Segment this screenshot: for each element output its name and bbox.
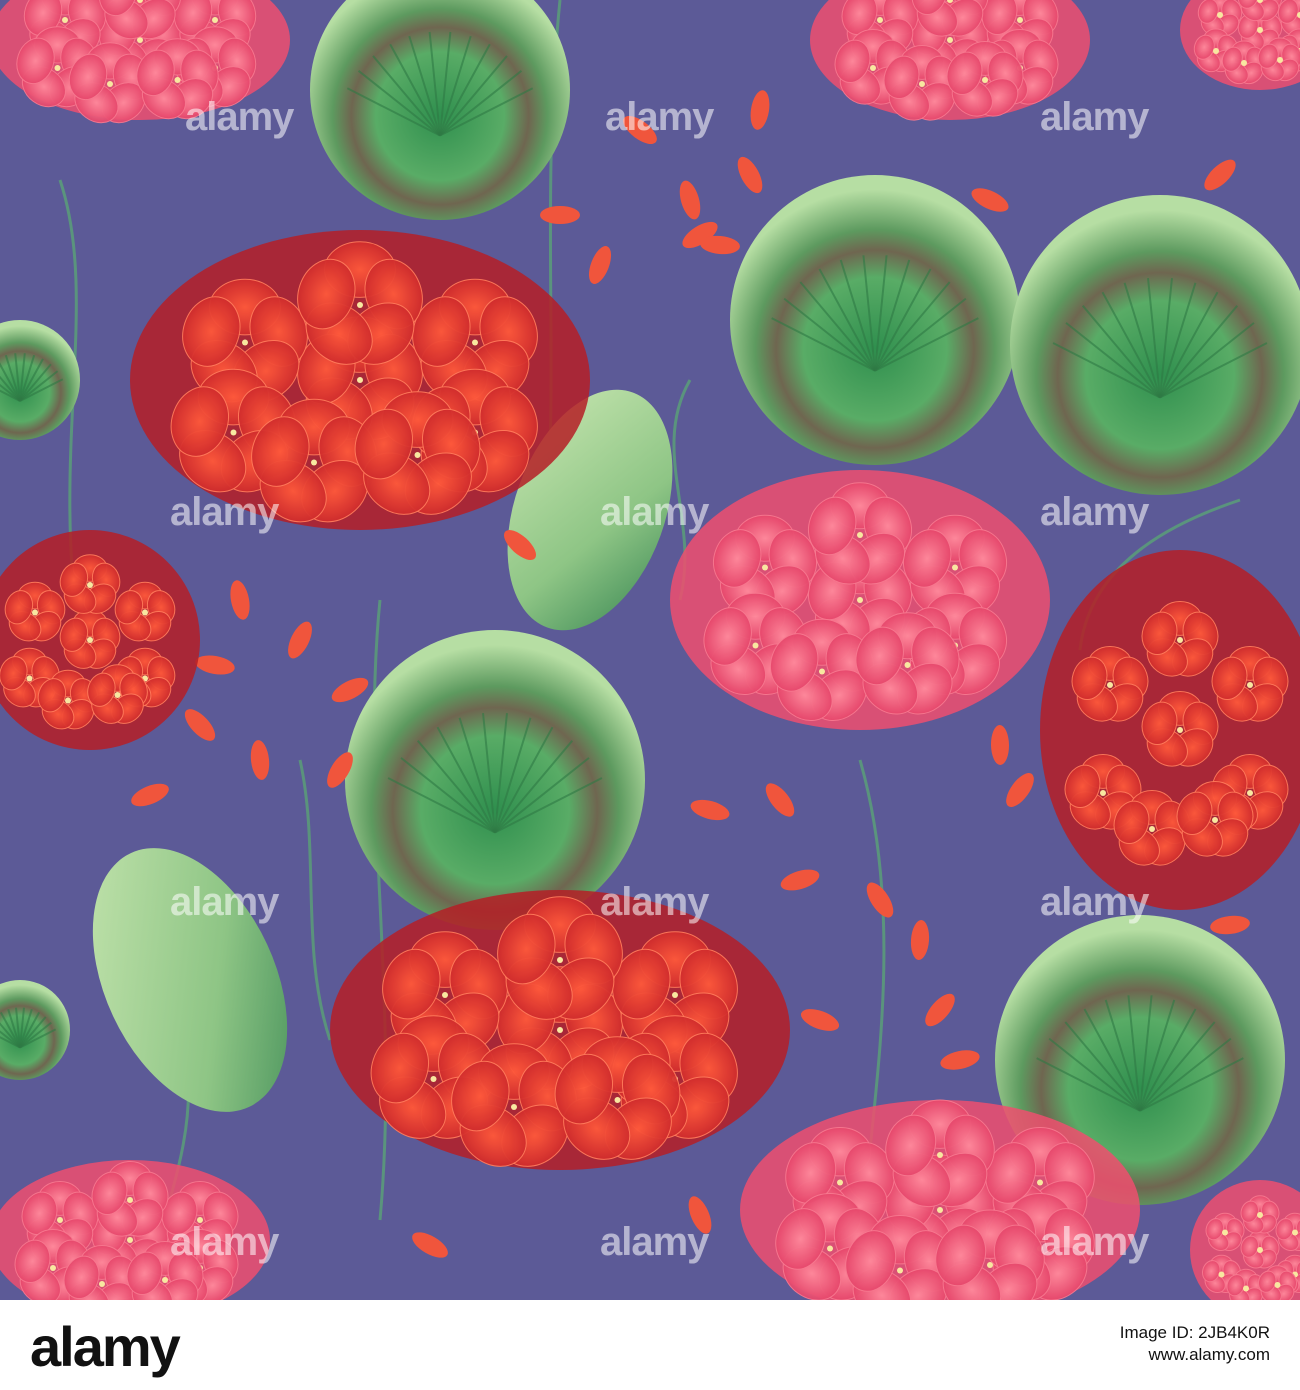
geranium-leaf bbox=[1010, 195, 1300, 495]
flower-center bbox=[952, 564, 958, 571]
flower-center bbox=[87, 582, 93, 588]
flower-center bbox=[32, 609, 38, 616]
flower-center bbox=[57, 1217, 63, 1223]
flower-center bbox=[142, 609, 148, 616]
flower-center bbox=[1277, 57, 1283, 63]
flower-center bbox=[937, 1207, 943, 1213]
flower-center bbox=[472, 339, 478, 346]
flower-center bbox=[127, 1237, 133, 1243]
flower-center bbox=[114, 692, 121, 698]
flower-center bbox=[557, 1027, 563, 1033]
flower-center bbox=[857, 532, 863, 538]
flower-center bbox=[1017, 17, 1023, 23]
flower-center bbox=[987, 1262, 993, 1268]
flower-center bbox=[762, 564, 768, 571]
flower-center bbox=[242, 339, 248, 346]
flower-center bbox=[50, 1265, 56, 1271]
flower-center bbox=[174, 77, 181, 83]
flower-center bbox=[1217, 12, 1223, 18]
flower-center bbox=[819, 668, 825, 675]
flower-center bbox=[982, 77, 988, 83]
flower-center bbox=[1177, 727, 1183, 733]
flower-center bbox=[1222, 1229, 1228, 1236]
flower-center bbox=[65, 697, 71, 704]
flower-center bbox=[837, 1179, 843, 1186]
flower-center bbox=[1149, 826, 1155, 832]
flower-center bbox=[937, 1152, 943, 1158]
flower-center bbox=[870, 65, 876, 71]
geranium-leaf bbox=[345, 630, 645, 930]
flower-center bbox=[897, 1267, 903, 1274]
flower-center bbox=[947, 37, 953, 43]
flower-center bbox=[1274, 1282, 1281, 1288]
flower-center bbox=[1292, 1229, 1298, 1236]
flower-center bbox=[1247, 682, 1253, 688]
flower-center bbox=[54, 65, 61, 71]
geranium-leaf bbox=[730, 175, 1020, 465]
flower-center bbox=[1241, 60, 1247, 66]
flower-center bbox=[26, 675, 33, 682]
flower-center bbox=[99, 1281, 105, 1287]
flower-center bbox=[557, 957, 563, 963]
flower-center bbox=[107, 81, 113, 87]
flower-center bbox=[430, 1076, 437, 1082]
flower-center bbox=[752, 642, 759, 649]
flower-center bbox=[87, 637, 93, 643]
flower-center bbox=[162, 1277, 168, 1283]
flower-center bbox=[1037, 1179, 1043, 1186]
flower-center bbox=[127, 1197, 133, 1203]
flower-center bbox=[827, 1245, 833, 1252]
flower-center bbox=[857, 597, 863, 603]
flower-center bbox=[904, 662, 911, 668]
flower-center bbox=[614, 1097, 621, 1103]
site-url[interactable]: www.alamy.com bbox=[1120, 1344, 1270, 1366]
flower-center bbox=[311, 459, 317, 466]
flower-center bbox=[197, 1217, 203, 1223]
pink-flower-cluster bbox=[670, 470, 1050, 730]
flower-center bbox=[1213, 48, 1219, 54]
flower-center bbox=[1212, 817, 1218, 823]
flower-center bbox=[1257, 27, 1263, 33]
flower-center bbox=[1218, 1271, 1225, 1278]
flower-center bbox=[511, 1104, 517, 1110]
flower-center bbox=[1107, 682, 1113, 688]
image-id: Image ID: 2JB4K0R bbox=[1119, 1323, 1270, 1342]
flower-center bbox=[919, 81, 925, 87]
flower-center bbox=[672, 992, 678, 998]
footer-bar: alamy Image ID: 2JB4K0R www.alamy.com bbox=[0, 1300, 1300, 1390]
flower-center bbox=[1247, 790, 1253, 796]
flower-center bbox=[357, 302, 363, 308]
flower-center bbox=[1257, 1212, 1263, 1218]
flower-center bbox=[414, 452, 421, 458]
flower-center bbox=[442, 992, 448, 998]
flower-center bbox=[1243, 1285, 1249, 1292]
flower-center bbox=[1177, 637, 1183, 643]
flower-center bbox=[230, 429, 237, 436]
geranium-pattern-artwork bbox=[0, 0, 1300, 1300]
flower-center bbox=[357, 377, 363, 383]
flower-center bbox=[1100, 790, 1106, 796]
flower-center bbox=[62, 17, 68, 23]
flower-center bbox=[877, 17, 883, 23]
footer-info: Image ID: 2JB4K0R www.alamy.com bbox=[1120, 1322, 1270, 1366]
footer-logo[interactable]: alamy bbox=[30, 1314, 181, 1379]
flower-center bbox=[1257, 1247, 1263, 1253]
flower-center bbox=[212, 17, 218, 23]
flower-bud bbox=[540, 206, 580, 224]
